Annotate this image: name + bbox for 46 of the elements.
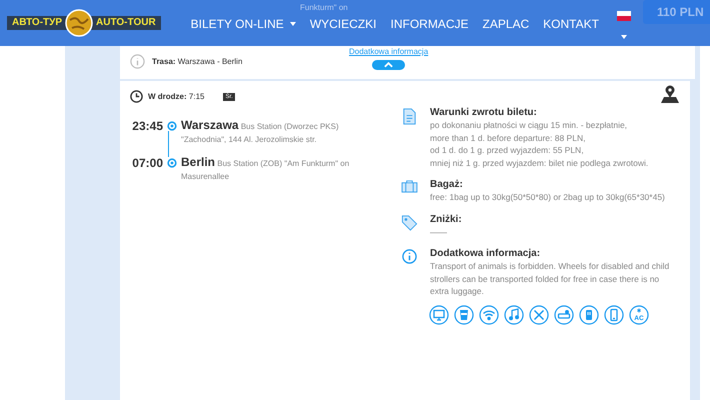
nav-link[interactable]: WYCIECZKI (310, 17, 376, 31)
collapse-button[interactable] (372, 60, 406, 70)
globe-icon (64, 8, 94, 38)
stop-time: 23:45 (131, 119, 163, 133)
caret-icon (290, 22, 296, 26)
section-text: —— (430, 226, 448, 238)
section-text: od 1 d. do 1 g. przed wyjazdem: 55 PLN, (430, 144, 585, 156)
chevron-up-icon (384, 62, 394, 68)
duration-text: W drodze: 7:15 (148, 92, 204, 101)
info-icon (130, 54, 145, 69)
additional-info-link[interactable]: Dodatkowa informacja (349, 47, 428, 56)
nav-link[interactable]: INFORMACJE (390, 17, 468, 31)
wifi-icon (479, 304, 499, 324)
cup-icon (454, 304, 474, 324)
flag-icon[interactable] (616, 11, 631, 21)
background-text: Funkturm" on (300, 3, 348, 12)
section-title: Zniżki: (430, 214, 463, 224)
stop-address: Warszawa Bus Station (Dworzec PKS) "Zachodnia", 144 Al. Jerozolimskie str. (181, 119, 340, 146)
logo-text: АВТО-ТУР (7, 16, 68, 30)
section-text: mniej niż 1 g. przed wyjazdem: bilet nie podlega zwrotowi. (430, 156, 650, 169)
section-title: Bagaż: (430, 179, 464, 190)
section-title: Dodatkowa informacja: (430, 248, 542, 259)
nav-link[interactable]: ZAPLAC (482, 17, 530, 31)
nav-link[interactable]: BILETY ON-LINE (190, 17, 296, 31)
clock-icon (130, 90, 143, 103)
stop-time: 07:00 (131, 156, 163, 170)
music-note-icon (504, 304, 524, 324)
nav-link[interactable]: KONTAKT (543, 17, 599, 31)
logo-text: AUTO-TOUR (91, 16, 161, 30)
price-button[interactable]: 110 PLN (642, 0, 710, 24)
suitcase-icon (401, 180, 418, 193)
stop-address: Berlin Bus Station (ZOB) "Am Funkturm" on Masurenallee (181, 156, 350, 183)
section-text: Transport of animals is forbidden. Wheels for disabled and child strollers can be transported folded for free in case there is no extra luggage. (430, 260, 670, 298)
caret-icon[interactable] (620, 35, 627, 39)
info-icon (401, 249, 418, 264)
section-text: more than 1 d. before departure: 88 PLN, (430, 132, 586, 144)
tv-icon (429, 304, 449, 324)
phone-icon (604, 304, 624, 324)
tag-icon (401, 214, 418, 230)
map-pin-icon[interactable] (660, 84, 680, 104)
route-text: Trasa: Warszawa - Berlin (152, 57, 242, 66)
section-text: po dokonaniu płatności w ciągu 15 min. - bezpłatnie, (430, 119, 628, 132)
document-icon (401, 108, 418, 125)
stop-marker-icon (167, 158, 177, 168)
section-title: Warunki zwrotu biletu: (430, 107, 538, 118)
section-text: free: 1bag up to 30kg(50*50*80) or 2bag up to 30kg(65*30*45) (430, 191, 666, 204)
